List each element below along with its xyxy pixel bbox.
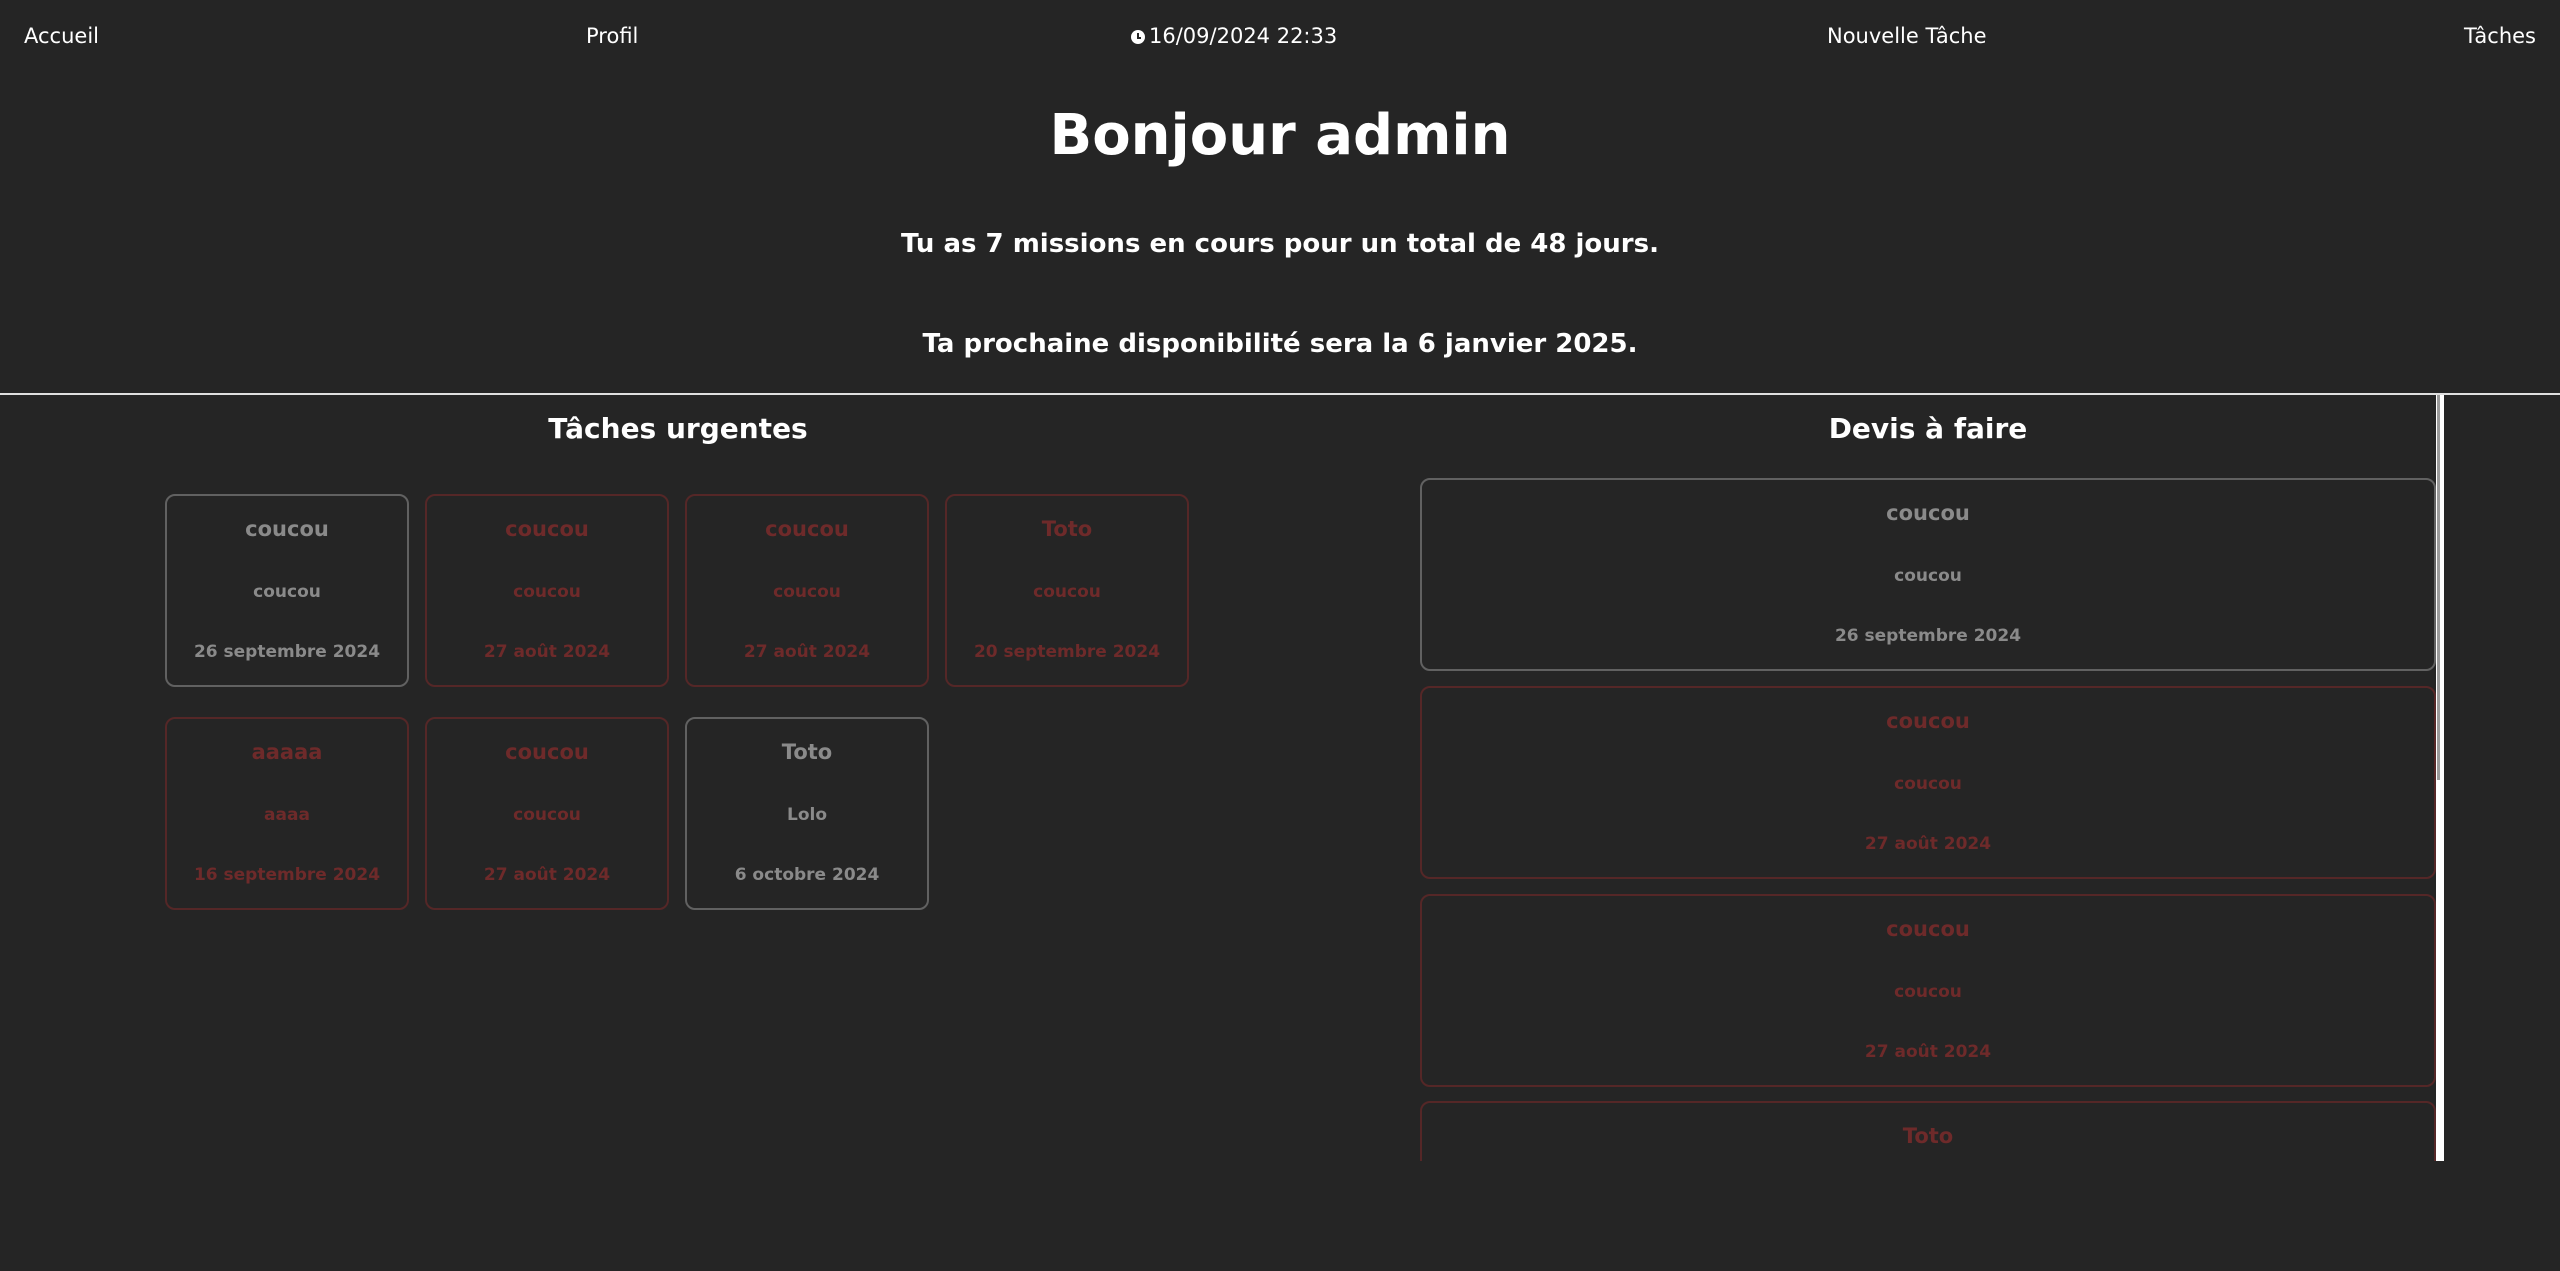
nav-new-task-link[interactable]: Nouvelle Tâche: [1827, 23, 1987, 49]
task-card-title: Toto: [1041, 517, 1093, 541]
nav-profile-link[interactable]: Profil: [586, 23, 638, 49]
task-card-date: 27 août 2024: [743, 642, 871, 662]
quote-card-date: 26 septembre 2024: [1834, 626, 2022, 646]
quote-card[interactable]: coucou coucou 27 août 2024: [1420, 686, 2436, 879]
task-card-description: aaaa: [264, 805, 310, 825]
quote-card-description: coucou: [1894, 982, 1962, 1002]
quote-card-title: coucou: [1886, 917, 1970, 941]
quote-card[interactable]: Toto: [1420, 1101, 2436, 1161]
urgent-tasks-title: Tâches urgentes: [548, 412, 808, 445]
task-card[interactable]: coucou coucou 27 août 2024: [685, 494, 929, 687]
datetime-display: 16/09/2024 22:33: [1131, 23, 1337, 49]
task-card-date: 26 septembre 2024: [193, 642, 381, 662]
task-card-title: aaaaa: [251, 740, 323, 764]
quote-card-title: coucou: [1886, 709, 1970, 733]
quote-card-date: 27 août 2024: [1864, 1042, 1992, 1062]
task-card-date: 27 août 2024: [483, 865, 611, 885]
task-card-date: 16 septembre 2024: [193, 865, 381, 885]
greeting-heading: Bonjour admin: [1049, 103, 1511, 168]
task-card-description: coucou: [513, 805, 581, 825]
quotes-title: Devis à faire: [1828, 412, 2028, 445]
task-card-date: 20 septembre 2024: [973, 642, 1161, 662]
nav-home-link[interactable]: Accueil: [24, 23, 99, 49]
task-card-title: coucou: [765, 517, 849, 541]
quote-card[interactable]: coucou coucou 27 août 2024: [1420, 894, 2436, 1087]
task-card[interactable]: coucou coucou 26 septembre 2024: [165, 494, 409, 687]
task-card-title: Toto: [781, 740, 833, 764]
task-card-title: coucou: [245, 517, 329, 541]
quote-card-description: coucou: [1894, 566, 1962, 586]
clock-icon: [1131, 30, 1145, 44]
task-card-description: coucou: [513, 582, 581, 602]
nav-tasks-link[interactable]: Tâches: [2464, 23, 2536, 49]
quote-card-description: coucou: [1894, 774, 1962, 794]
task-card[interactable]: coucou coucou 27 août 2024: [425, 494, 669, 687]
quote-card-title: coucou: [1886, 501, 1970, 525]
top-navbar: Accueil Profil 16/09/2024 22:33 Nouvelle…: [0, 0, 2560, 72]
task-card-description: Lolo: [786, 805, 828, 825]
missions-summary: Tu as 7 missions en cours pour un total …: [901, 229, 1659, 259]
task-card-description: coucou: [773, 582, 841, 602]
task-card[interactable]: coucou coucou 27 août 2024: [425, 717, 669, 910]
quote-card-title: Toto: [1902, 1124, 1954, 1148]
task-card-date: 6 octobre 2024: [734, 865, 880, 885]
quote-card[interactable]: coucou coucou 26 septembre 2024: [1420, 478, 2436, 671]
task-card[interactable]: Toto Lolo 6 octobre 2024: [685, 717, 929, 910]
task-card-date: 27 août 2024: [483, 642, 611, 662]
task-card[interactable]: aaaaa aaaa 16 septembre 2024: [165, 717, 409, 910]
task-card[interactable]: Toto coucou 20 septembre 2024: [945, 494, 1189, 687]
task-card-description: coucou: [253, 582, 321, 602]
task-card-title: coucou: [505, 517, 589, 541]
quote-card-date: 27 août 2024: [1864, 834, 1992, 854]
task-card-title: coucou: [505, 740, 589, 764]
dashboard-content: Tâches urgentes Devis à faire coucou cou…: [0, 395, 2440, 1161]
datetime-text: 16/09/2024 22:33: [1149, 24, 1338, 48]
task-card-description: coucou: [1033, 582, 1101, 602]
availability-summary: Ta prochaine disponibilité sera la 6 jan…: [922, 329, 1638, 359]
quotes-scrollbar-thumb[interactable]: [2437, 395, 2440, 780]
